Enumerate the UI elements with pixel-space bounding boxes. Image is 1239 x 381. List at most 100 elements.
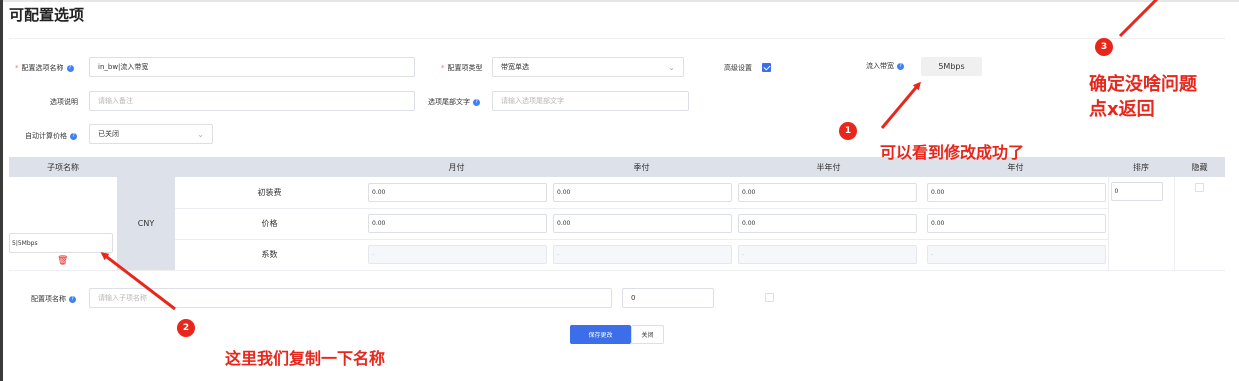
pricing-table: 子项名称 月付 季付 半年付 年付 排序 隐藏 5|5Mbps 🗑 CNY 初装… — [9, 157, 1225, 271]
help-icon[interactable]: ? — [473, 98, 480, 106]
footer-text-label: 选项尾部文字? — [428, 97, 480, 107]
row-label: 价格 — [175, 208, 364, 240]
inbound-bw-label-text: 流入带宽 — [866, 62, 894, 70]
step1-badge: 1 — [839, 122, 857, 140]
new-item-label-text: 配置项名称 — [31, 295, 66, 303]
annual-factor-input: - — [927, 245, 1106, 264]
row-label: 系数 — [175, 239, 364, 271]
step3-annotation-line2: 点x返回 — [1089, 99, 1155, 120]
advanced-checkbox[interactable] — [762, 63, 771, 72]
header-spacer — [117, 157, 175, 177]
page-title: 可配置选项 — [9, 6, 85, 24]
inbound-bw-value: 5Mbps — [921, 57, 982, 76]
header-hidden: 隐藏 — [1174, 157, 1225, 177]
auto-price-label: 自动计算价格? — [25, 131, 77, 141]
desc-input[interactable]: 请输入备注 — [89, 91, 415, 111]
sort-cell: 0 — [1107, 177, 1174, 271]
monthly-factor-input: - — [368, 245, 547, 264]
option-name-label: * 配置选项名称? — [15, 63, 74, 73]
option-type-select[interactable]: 带宽单选 ⌄ — [492, 57, 684, 77]
price-cell: 0.00 — [364, 177, 549, 209]
desc-placeholder: 请输入备注 — [98, 97, 133, 105]
new-item-hidden-checkbox[interactable] — [765, 293, 774, 302]
monthly-price-input[interactable]: 0.00 — [368, 214, 547, 233]
title-divider — [9, 38, 1225, 39]
header-sub-item: 子项名称 — [9, 157, 117, 177]
page: 可配置选项 * 配置选项名称? in_bw|流入带宽 * 配置项类型 带宽单选 ⌄ … — [0, 0, 1239, 381]
step3-annotation-line1: 确定没啥问题 — [1089, 74, 1197, 95]
new-item-sort-input[interactable]: 0 — [622, 288, 714, 308]
save-button[interactable]: 保存更改 — [570, 325, 631, 344]
option-type-label: * 配置项类型 — [441, 63, 483, 73]
new-item-placeholder: 请输入子项名称 — [98, 294, 147, 302]
semiannual-setup-input[interactable]: 0.00 — [738, 182, 917, 202]
option-type-label-text: 配置项类型 — [447, 64, 483, 72]
option-name-label-text: 配置选项名称 — [21, 64, 64, 72]
price-cell: 0.00 — [549, 177, 734, 209]
price-cell: 0.00 — [549, 208, 734, 240]
footer-text-placeholder: 请输入选项尾部文字 — [501, 97, 564, 105]
new-item-label: 配置项名称? — [31, 294, 76, 304]
sub-item-name-input[interactable]: 5|5Mbps — [9, 233, 113, 253]
price-cell: 0.00 — [364, 208, 549, 240]
desc-label: 选项说明 — [50, 98, 78, 106]
auto-price-select[interactable]: 已关闭 ⌄ — [89, 124, 213, 144]
left-window-edge — [0, 0, 3, 381]
price-cell: 0.00 — [923, 177, 1108, 209]
price-cell: 0.00 — [923, 208, 1108, 240]
inbound-bw-label: 流入带宽? — [866, 61, 904, 71]
monthly-setup-input[interactable]: 0.00 — [368, 182, 547, 202]
auto-price-value: 已关闭 — [98, 130, 119, 138]
price-cell: - — [364, 239, 549, 271]
header-monthly: 月付 — [364, 157, 549, 177]
step2-badge: 2 — [177, 319, 195, 337]
sub-item-cell: 5|5Mbps 🗑 — [9, 177, 117, 271]
auto-price-label-text: 自动计算价格 — [25, 132, 67, 140]
chevron-down-icon: ⌄ — [668, 63, 675, 72]
semiannual-price-input[interactable]: 0.00 — [738, 214, 917, 233]
footer-text-label-text: 选项尾部文字 — [428, 98, 470, 106]
required-mark: * — [15, 64, 19, 72]
quarterly-factor-input: - — [553, 245, 732, 264]
advanced-label: 高级设置 — [724, 64, 752, 72]
top-border — [0, 0, 1239, 2]
header-quarterly: 季付 — [549, 157, 734, 177]
sub-item-name-value: 5|5Mbps — [12, 239, 38, 247]
arrow-step3 — [1118, 0, 1159, 38]
new-item-name-input[interactable]: 请输入子项名称 — [89, 288, 612, 308]
currency-cell: CNY — [117, 177, 175, 271]
hidden-cell — [1173, 177, 1225, 271]
close-button[interactable]: 关闭 — [631, 325, 664, 344]
table-row: 5|5Mbps 🗑 CNY 初装费 0.00 0.00 0.00 0.00 0 — [9, 177, 1225, 271]
table-row: 价格 0.00 0.00 0.00 0.00 — [9, 208, 1225, 240]
annual-price-input[interactable]: 0.00 — [927, 214, 1106, 233]
help-icon[interactable]: ? — [69, 295, 76, 303]
quarterly-price-input[interactable]: 0.00 — [553, 214, 732, 233]
price-cell: 0.00 — [734, 177, 923, 209]
header-sort: 排序 — [1108, 157, 1174, 177]
help-icon[interactable]: ? — [897, 62, 904, 70]
price-cell: - — [734, 239, 923, 271]
step2-annotation: 这里我们复制一下名称 — [225, 349, 386, 368]
step1-annotation: 可以看到修改成功了 — [880, 143, 1025, 162]
price-cell: - — [549, 239, 734, 271]
price-cell: - — [923, 239, 1108, 271]
row-label: 初装费 — [175, 177, 364, 209]
annual-setup-input[interactable]: 0.00 — [927, 182, 1106, 202]
help-icon[interactable]: ? — [70, 132, 77, 140]
option-name-value: in_bw|流入带宽 — [98, 63, 149, 71]
option-type-value: 带宽单选 — [501, 63, 529, 71]
price-cell: 0.00 — [734, 208, 923, 240]
step3-badge: 3 — [1095, 38, 1113, 56]
step3-annotation: 确定没啥问题 点x返回 — [1089, 72, 1197, 122]
option-name-input[interactable]: in_bw|流入带宽 — [89, 57, 415, 77]
delete-icon[interactable]: 🗑 — [57, 256, 68, 266]
new-item-sort-value: 0 — [631, 294, 636, 302]
header-spacer — [175, 157, 364, 177]
hidden-checkbox[interactable] — [1195, 183, 1205, 192]
footer-text-input[interactable]: 请输入选项尾部文字 — [492, 91, 689, 111]
help-icon[interactable]: ? — [66, 64, 74, 72]
sort-input[interactable]: 0 — [1110, 182, 1163, 201]
quarterly-setup-input[interactable]: 0.00 — [553, 182, 732, 202]
required-mark: * — [441, 64, 445, 72]
